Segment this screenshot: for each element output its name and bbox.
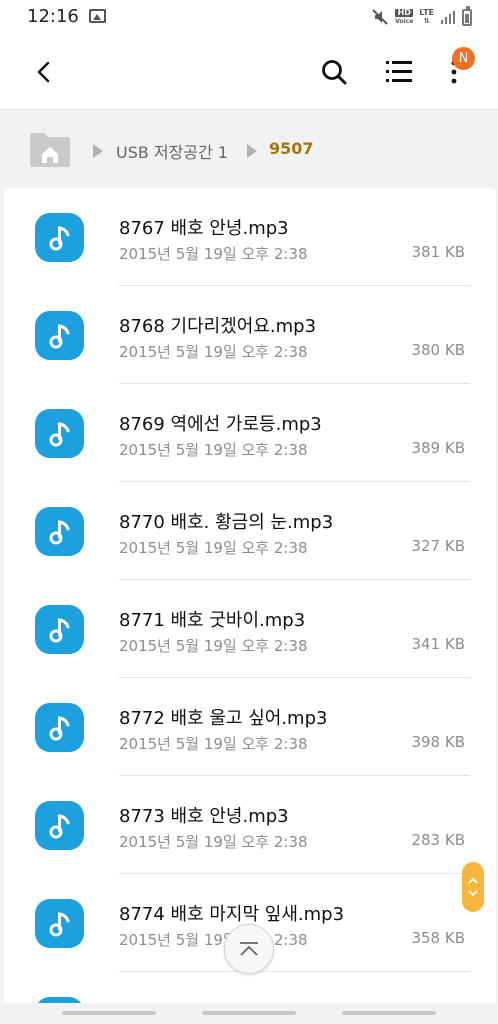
file-row[interactable]: 8769 역에선 가로등.mp3 2015년 5월 19일 오후 2:38 389 … — [4, 384, 496, 482]
breadcrumb-item-usb[interactable]: USB 저장공간 1 — [116, 139, 228, 163]
file-date: 2015년 5월 19일 오후 2:38 — [119, 637, 308, 655]
gallery-notification-icon — [89, 9, 106, 23]
music-file-icon — [35, 409, 84, 458]
file-size: 341 KB — [411, 635, 465, 653]
music-note-icon — [49, 519, 69, 544]
music-note-icon — [49, 813, 69, 838]
search-icon — [322, 60, 347, 85]
music-note-icon — [49, 421, 69, 446]
file-row[interactable]: 8767 배호 안녕.mp3 2015년 5월 19일 오후 2:38 381 KB — [4, 188, 496, 286]
file-row[interactable]: 8768 기다리겠어요.mp3 2015년 5월 19일 오후 2:38 380 K… — [4, 286, 496, 384]
fast-scroll-handle[interactable] — [462, 862, 484, 912]
file-row-partial[interactable] — [4, 972, 496, 1003]
file-date: 2015년 5월 19일 오후 2:38 — [119, 441, 308, 459]
file-name: 8773 배호 안녕.mp3 — [119, 806, 289, 827]
hd-voice-indicator: HD Voice — [395, 8, 414, 26]
file-date: 2015년 5월 19일 오후 2:38 — [119, 343, 308, 361]
file-size: 358 KB — [411, 929, 465, 947]
app-bar: N — [0, 34, 498, 110]
nav-back-button[interactable] — [342, 1011, 436, 1015]
music-file-icon — [35, 899, 84, 948]
home-folder-icon[interactable] — [29, 132, 71, 168]
file-name: 8771 배호 굿바이.mp3 — [119, 610, 306, 631]
list-view-icon — [386, 61, 412, 82]
file-size: 389 KB — [411, 439, 465, 457]
music-note-icon — [49, 323, 69, 348]
file-date: 2015년 5월 19일 오후 2:38 — [119, 539, 308, 557]
file-row[interactable]: 8771 배호 굿바이.mp3 2015년 5월 19일 오후 2:38 341 K… — [4, 580, 496, 678]
music-note-icon — [49, 911, 69, 936]
battery-icon — [462, 5, 472, 26]
nav-recent-button[interactable] — [62, 1011, 156, 1015]
scroll-to-top-icon — [240, 942, 258, 956]
navigation-bar — [0, 1003, 498, 1024]
file-list[interactable]: 8767 배호 안녕.mp3 2015년 5월 19일 오후 2:38 381 KB… — [4, 188, 496, 1003]
file-name: 8774 배호 마지막 잎새.mp3 — [119, 904, 345, 925]
file-size: 381 KB — [411, 243, 465, 261]
file-row[interactable]: 8772 배호 울고 싶어.mp3 2015년 5월 19일 오후 2:38 398… — [4, 678, 496, 776]
file-size: 398 KB — [411, 733, 465, 751]
music-note-icon — [49, 225, 69, 250]
status-icons: HD Voice LTE ⇅ — [371, 5, 472, 28]
breadcrumb-separator-icon — [93, 144, 103, 158]
signal-icon — [441, 11, 455, 24]
file-name: 8770 배호. 황금의 눈.mp3 — [119, 512, 334, 533]
file-row[interactable]: 8770 배호. 황금의 눈.mp3 2015년 5월 19일 오후 2:38 32… — [4, 482, 496, 580]
music-file-icon — [35, 311, 84, 360]
scroll-to-top-button[interactable] — [224, 924, 274, 974]
music-file-icon — [35, 703, 84, 752]
breadcrumb-separator-icon — [247, 144, 257, 158]
file-name: 8767 배호 안녕.mp3 — [119, 218, 289, 239]
file-name: 8772 배호 울고 싶어.mp3 — [119, 708, 328, 729]
voice-label: Voice — [395, 17, 414, 25]
chevron-up-icon — [468, 878, 478, 884]
lte-indicator: LTE ⇅ — [419, 8, 434, 26]
file-date: 2015년 5월 19일 오후 2:38 — [119, 833, 308, 851]
music-file-icon — [35, 213, 84, 262]
back-button[interactable] — [22, 52, 66, 92]
file-name: 8768 기다리겠어요.mp3 — [119, 316, 317, 337]
file-date: 2015년 5월 19일 오후 2:38 — [119, 931, 308, 949]
data-arrows-icon: ⇅ — [423, 17, 430, 25]
breadcrumb: USB 저장공간 1 9507 — [0, 110, 498, 190]
nav-home-button[interactable] — [202, 1011, 296, 1015]
new-badge: N — [452, 47, 475, 70]
mute-icon — [372, 9, 388, 25]
search-button[interactable] — [312, 52, 356, 92]
music-note-icon — [49, 715, 69, 740]
status-bar: 12:16 HD Voice LTE ⇅ — [0, 0, 498, 34]
music-note-icon — [49, 617, 69, 642]
back-arrow-icon — [37, 61, 50, 83]
lte-label: LTE — [419, 8, 434, 17]
music-file-icon — [35, 507, 84, 556]
list-view-button[interactable] — [376, 52, 422, 92]
file-date: 2015년 5월 19일 오후 2:38 — [119, 735, 308, 753]
file-date: 2015년 5월 19일 오후 2:38 — [119, 245, 308, 263]
breadcrumb-item-current[interactable]: 9507 — [269, 139, 314, 158]
status-time: 12:16 — [27, 6, 79, 27]
hd-label: HD — [395, 8, 414, 17]
music-file-icon — [35, 801, 84, 850]
file-size: 327 KB — [411, 537, 465, 555]
file-size: 283 KB — [411, 831, 465, 849]
file-row[interactable]: 8773 배호 안녕.mp3 2015년 5월 19일 오후 2:38 283 KB — [4, 776, 496, 874]
chevron-down-icon — [468, 890, 478, 896]
music-file-icon — [35, 605, 84, 654]
file-name: 8769 역에선 가로등.mp3 — [119, 414, 322, 435]
file-size: 380 KB — [411, 341, 465, 359]
